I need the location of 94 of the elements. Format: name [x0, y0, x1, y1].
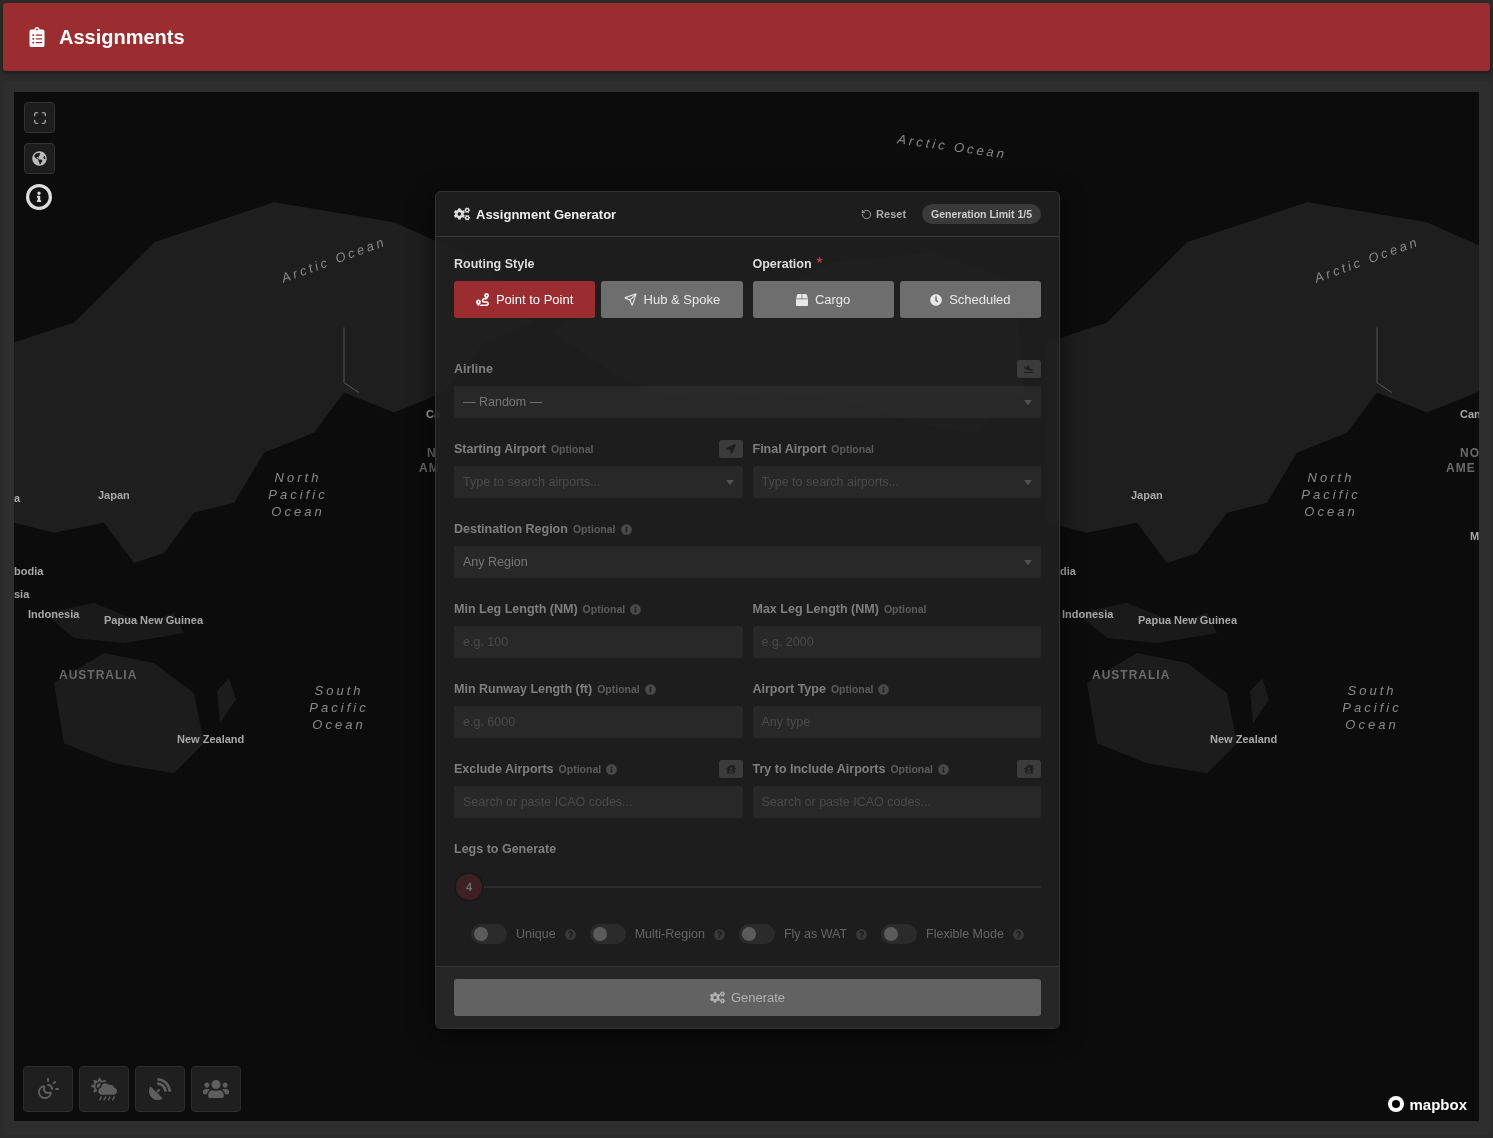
satellite-button[interactable]	[135, 1066, 185, 1112]
satellite-dish-icon	[149, 1078, 171, 1100]
field-label: Exclude Airports	[454, 762, 554, 776]
optional-tag: Optional	[890, 763, 933, 775]
expand-icon	[32, 110, 47, 125]
optional-tag: Optional	[558, 763, 602, 775]
gears-icon	[454, 206, 470, 222]
dialog-title: Assignment Generator	[476, 206, 618, 222]
optional-tag: Optional	[831, 443, 874, 455]
map-label: NO	[1460, 446, 1479, 462]
map-label: bodia	[14, 564, 44, 579]
route-icon	[475, 293, 489, 306]
map-label: Papua New Guinea	[104, 613, 204, 628]
mapbox-logo[interactable]: mapbox	[1387, 1095, 1467, 1113]
optional-tag: Optional	[582, 603, 626, 615]
house-icon	[725, 764, 736, 774]
optional-tag: Optional	[572, 523, 616, 535]
optional-tag: Optional	[883, 603, 927, 615]
field-label: Final Airport	[752, 442, 827, 456]
location-arrow-icon	[725, 444, 736, 454]
map-label: New Zealand	[1210, 732, 1278, 747]
map-label: New Zealand	[177, 732, 245, 747]
map-label: sia	[14, 587, 30, 602]
map-label: dia	[1060, 564, 1076, 579]
field-label: Try to Include Airports	[752, 762, 886, 776]
field-label: Destination Region	[454, 522, 568, 536]
map-label: South Pacific Ocean	[308, 683, 370, 734]
optional-tag: Optional	[830, 683, 874, 695]
generation-limit-badge: Generation Limit 1/5	[922, 204, 1041, 224]
map-label: AME	[1446, 461, 1476, 477]
operation-option[interactable]: Scheduled	[899, 281, 1041, 318]
clock-icon	[930, 293, 943, 306]
globe-button[interactable]	[24, 143, 55, 174]
map-label: Japan	[98, 488, 130, 503]
clipboard-icon	[27, 27, 47, 47]
weather-button[interactable]	[79, 1066, 129, 1112]
toggle-label: Unique	[516, 927, 556, 941]
map-label: South Pacific Ocean	[1341, 683, 1403, 734]
border-line	[343, 326, 360, 394]
toggle-label: Multi-Region	[634, 927, 705, 941]
plane-icon	[1024, 364, 1034, 374]
field-label: Min Leg Length (NM)	[454, 602, 578, 616]
help-icon	[1012, 928, 1024, 940]
caret-icon	[725, 480, 734, 485]
help-icon	[564, 928, 576, 940]
caret-icon	[1024, 400, 1032, 405]
gears-icon	[709, 990, 725, 1005]
help-icon	[713, 928, 725, 940]
help-icon	[856, 928, 868, 940]
box-icon	[795, 293, 808, 306]
house-icon	[1024, 764, 1034, 774]
paper-plane-icon	[623, 293, 637, 306]
map-label: North Pacific Ocean	[267, 470, 329, 521]
field-label: Starting Airport	[454, 442, 546, 456]
field-label: Legs to Generate	[454, 842, 557, 856]
field-label: Airport Type	[752, 682, 826, 696]
map-label: Indonesia	[1062, 607, 1114, 622]
day-night-button[interactable]	[23, 1066, 73, 1112]
caret-icon	[1024, 480, 1032, 485]
caret-icon	[1024, 560, 1032, 565]
map-label: Arctic Ocean	[896, 131, 1009, 164]
page-title: Assignments	[59, 25, 185, 49]
optional-tag: Optional	[597, 683, 640, 695]
field-label: Operation	[752, 257, 812, 271]
map-label: a	[14, 491, 21, 506]
operation-option[interactable]: Cargo	[752, 281, 894, 318]
toggle-label: Flexible Mode	[926, 927, 1004, 941]
field-label: Max Leg Length (NM)	[752, 602, 879, 616]
map-label: N	[427, 446, 437, 462]
map-label: AUSTRALIA	[59, 668, 138, 684]
map-label: Japan	[1131, 488, 1163, 503]
reset-icon	[861, 208, 873, 220]
users-button[interactable]	[191, 1066, 241, 1112]
map-label: AUSTRALIA	[1092, 668, 1171, 684]
border-line	[1376, 326, 1393, 394]
info-icon	[29, 187, 49, 207]
map-label: M	[1470, 529, 1479, 544]
map-label: North Pacific Ocean	[1300, 470, 1362, 521]
optional-tag: Optional	[550, 443, 594, 455]
fullscreen-button[interactable]	[24, 102, 55, 133]
map-label: Indonesia	[28, 607, 80, 622]
reset-button[interactable]: Reset	[857, 206, 911, 222]
toggle-label: Fly as WAT	[783, 927, 848, 941]
sun-moon-icon	[36, 1077, 60, 1101]
mapbox-icon	[1387, 1095, 1406, 1113]
map-label: Papua New Guinea	[1138, 613, 1238, 628]
required-mark: *	[816, 255, 823, 273]
globe-icon	[32, 151, 47, 166]
field-label: Min Runway Length (ft)	[454, 682, 593, 696]
weather-icon	[91, 1076, 117, 1102]
routing-option[interactable]: Point to Point	[454, 281, 596, 318]
routing-option[interactable]: Hub & Spoke	[601, 281, 743, 318]
field-label: Airline	[454, 362, 493, 376]
field-label: Routing Style	[454, 257, 535, 271]
